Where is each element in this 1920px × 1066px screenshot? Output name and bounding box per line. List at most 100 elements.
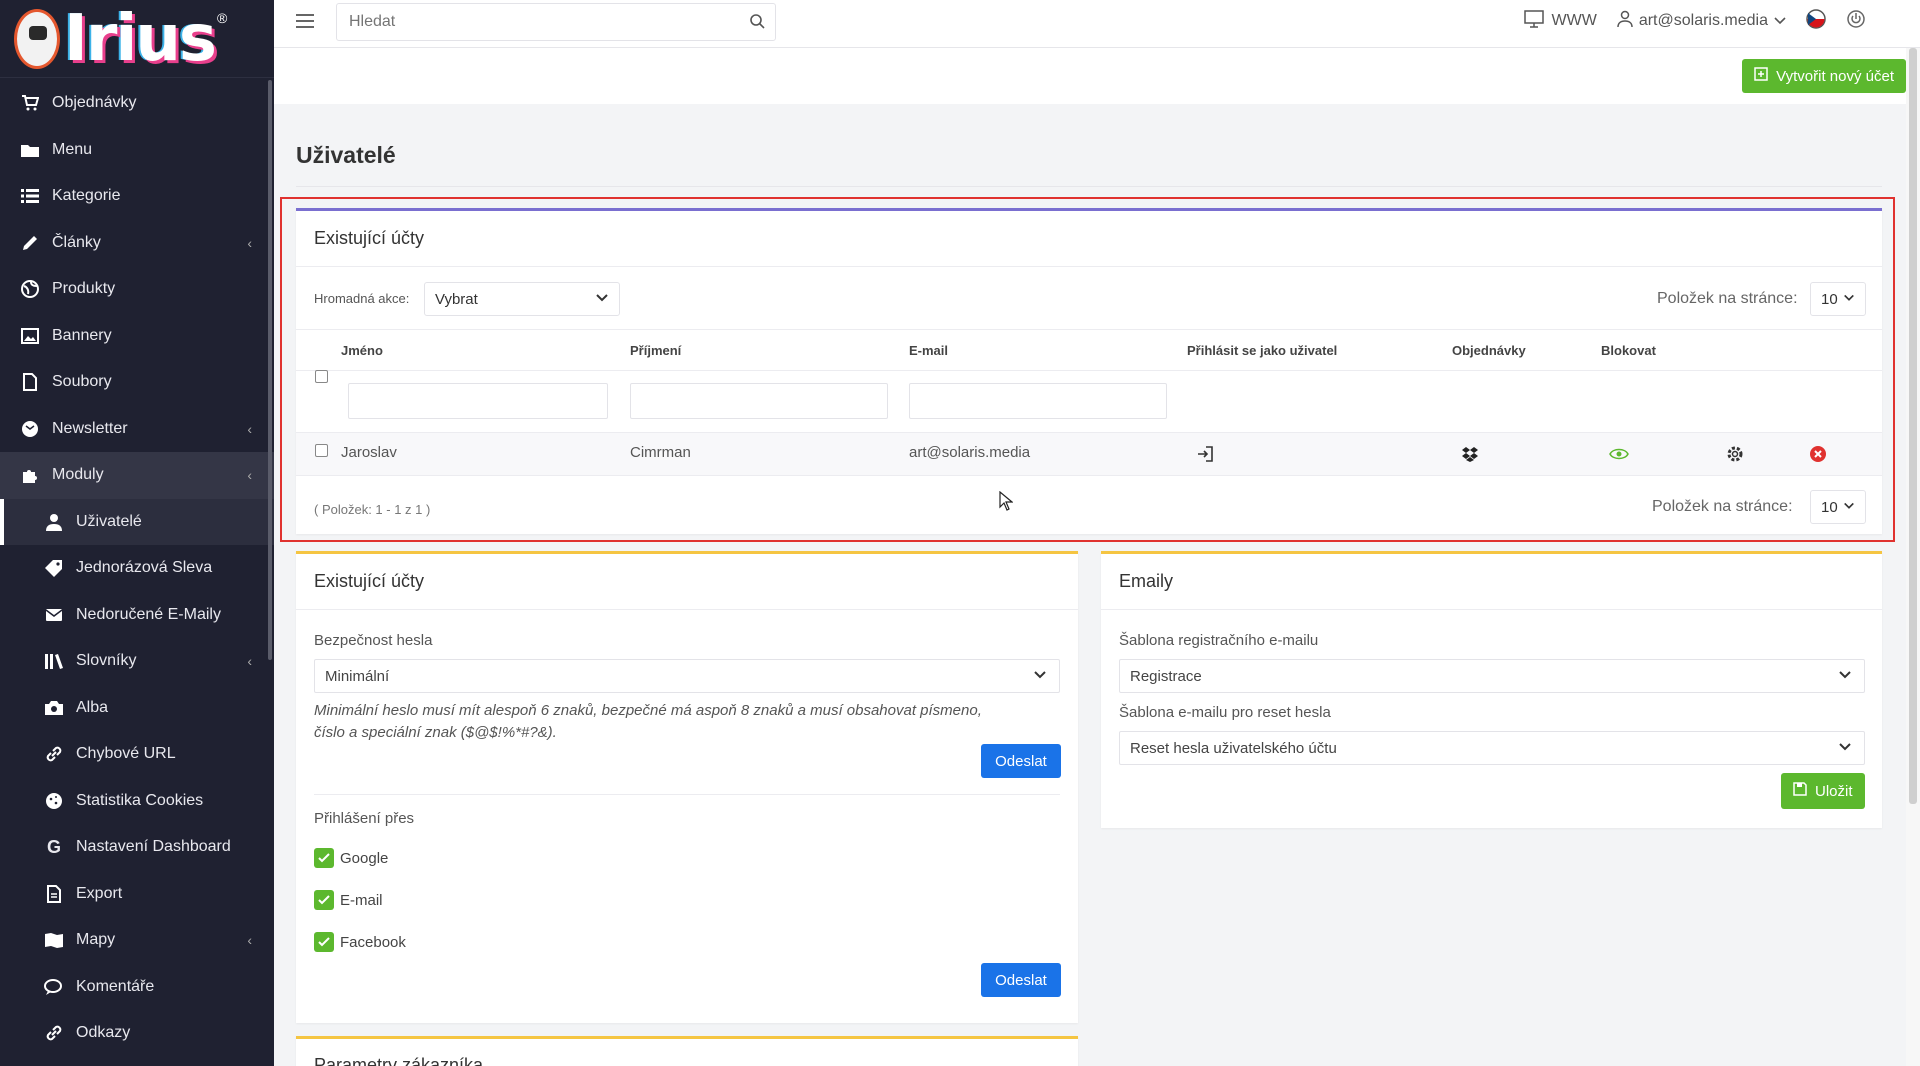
password-strength-value: Minimální <box>325 667 390 685</box>
search-input[interactable] <box>337 4 717 40</box>
sidebar-item-soubory[interactable]: Soubory <box>0 359 274 406</box>
sidebar-item-bannery[interactable]: Bannery <box>0 313 274 360</box>
chevron-left-icon: ‹ <box>247 467 252 484</box>
accounts-card-title: Existující účty <box>296 211 1882 267</box>
login-email-checkbox[interactable]: E-mail <box>314 890 383 910</box>
sidebar-item-kategorie[interactable]: Kategorie <box>0 173 274 220</box>
password-strength-select[interactable]: Minimální <box>314 659 1060 693</box>
chevron-left-icon: ‹ <box>247 653 252 670</box>
mouse-cursor-icon <box>999 490 1014 516</box>
filter-first-name-input[interactable] <box>348 383 608 419</box>
logo-registered-mark: ® <box>216 10 228 26</box>
filter-last-name-input[interactable] <box>630 383 888 419</box>
sidebar-item-label: Slovníky <box>76 652 137 670</box>
sidebar-item-label: Nastavení Dashboard <box>76 838 231 856</box>
monitor-icon <box>1523 9 1546 33</box>
globe-icon <box>20 279 40 299</box>
logout-button[interactable] <box>1846 9 1866 34</box>
brand-logo[interactable]: Irius ® <box>0 0 274 78</box>
create-account-button[interactable]: Vytvořit nový účet <box>1742 59 1906 93</box>
chevron-down-icon <box>1843 291 1855 308</box>
page-scrollbar[interactable] <box>1906 48 1920 1066</box>
topbar-actions: WWW art@solaris.media <box>1523 0 1866 42</box>
sidebar-item-newsletter[interactable]: Newsletter ‹ <box>0 406 274 453</box>
chevron-down-icon <box>1838 668 1852 686</box>
link-icon <box>44 744 64 764</box>
send-login-settings-button[interactable]: Odeslat <box>981 963 1061 997</box>
column-header-email[interactable]: E-mail <box>909 343 948 358</box>
cookie-icon <box>44 791 64 811</box>
chevron-down-icon <box>595 291 609 309</box>
user-menu[interactable]: art@solaris.media <box>1617 10 1786 33</box>
tag-icon <box>44 558 64 578</box>
select-all-checkbox[interactable] <box>315 370 328 383</box>
sidebar-item-uzivatele[interactable]: Uživatelé <box>0 498 274 545</box>
pagination-info: ( Položek: 1 - 1 z 1 ) <box>314 502 431 517</box>
column-header-last-name[interactable]: Příjmení <box>630 343 681 358</box>
save-emails-button[interactable]: Uložit <box>1781 773 1865 809</box>
sidebar-item-alba[interactable]: Alba <box>0 685 274 732</box>
language-flag-button[interactable] <box>1806 8 1826 34</box>
sidebar-item-jednorazova-sleva[interactable]: Jednorázová Sleva <box>0 545 274 592</box>
eye-visibility-icon[interactable] <box>1609 444 1629 464</box>
sidebar-item-chybove-url[interactable]: Chybové URL <box>0 731 274 778</box>
login-facebook-checkbox[interactable]: Facebook <box>314 932 406 952</box>
bulk-action-select[interactable]: Vybrat <box>424 282 620 316</box>
czech-flag-icon <box>1806 8 1826 34</box>
www-link[interactable]: WWW <box>1523 9 1597 33</box>
customer-params-card: Parametry zákazníka <box>296 1036 1078 1066</box>
sidebar-item-label: Statistika Cookies <box>76 791 204 809</box>
sidebar-item-label: Mapy <box>76 931 116 949</box>
chevron-left-icon: ‹ <box>247 234 252 251</box>
login-as-user-icon[interactable] <box>1195 444 1215 464</box>
customer-params-title: Parametry zákazníka <box>314 1055 484 1066</box>
sidebar-item-mapy[interactable]: Mapy ‹ <box>0 917 274 964</box>
sidebar-item-slovniky[interactable]: Slovníky ‹ <box>0 638 274 685</box>
sidebar-item-nedorucene-emaily[interactable]: Nedoručené E-Maily <box>0 592 274 639</box>
sidebar-item-statistika-cookies[interactable]: Statistika Cookies <box>0 778 274 825</box>
delete-circle-icon[interactable] <box>1808 444 1828 464</box>
table-row <box>296 432 1882 476</box>
sidebar-item-objednavky[interactable]: Objednávky <box>0 80 274 127</box>
sidebar-scrollbar[interactable] <box>268 80 272 660</box>
row-checkbox[interactable] <box>315 444 328 457</box>
sidebar-item-label: Objednávky <box>52 94 137 112</box>
gear-settings-icon[interactable] <box>1725 444 1745 464</box>
per-page-select-top[interactable]: 10 <box>1810 282 1866 316</box>
save-emails-label: Uložit <box>1815 782 1853 800</box>
camera-icon <box>44 698 64 718</box>
sidebar-item-label: Nedoručené E-Maily <box>76 605 221 623</box>
send-password-settings-button[interactable]: Odeslat <box>981 744 1061 778</box>
user-email: art@solaris.media <box>1638 12 1768 29</box>
reset-template-label: Šablona e-mailu pro reset hesla <box>1119 704 1331 721</box>
dropbox-orders-icon[interactable] <box>1460 444 1480 464</box>
sidebar-item-clanky[interactable]: Články ‹ <box>0 220 274 267</box>
sidebar-item-export[interactable]: Export <box>0 871 274 918</box>
search-icon[interactable] <box>749 13 765 34</box>
sidebar-item-label: Uživatelé <box>76 512 142 530</box>
hamburger-menu-icon[interactable] <box>296 14 314 28</box>
login-google-checkbox[interactable]: Google <box>314 848 388 868</box>
reset-template-select[interactable]: Reset hesla uživatelského účtu <box>1119 731 1865 765</box>
sidebar-item-label: Bannery <box>52 326 112 344</box>
sidebar-item-nastaveni-dashboard[interactable]: G Nastavení Dashboard <box>0 824 274 871</box>
document-icon <box>44 884 64 904</box>
login-email-label: E-mail <box>340 891 383 909</box>
sidebar-item-moduly[interactable]: Moduly ‹ <box>0 452 274 499</box>
search-box <box>336 3 776 41</box>
filter-email-input[interactable] <box>909 383 1167 419</box>
sidebar-item-menu[interactable]: Menu <box>0 127 274 174</box>
registration-template-select[interactable]: Registrace <box>1119 659 1865 693</box>
registration-template-label: Šablona registračního e-mailu <box>1119 632 1319 649</box>
mail-icon <box>20 419 40 439</box>
sidebar-item-label: Moduly <box>52 466 104 484</box>
sidebar-item-label: Články <box>52 233 101 251</box>
topbar: WWW art@solaris.media <box>274 0 1920 48</box>
column-header-first-name[interactable]: Jméno <box>341 343 383 358</box>
header-divider <box>296 370 1882 371</box>
per-page-select-bottom[interactable]: 10 <box>1810 490 1866 524</box>
password-hint-line-1: Minimální heslo musí mít alespoň 6 znaků… <box>314 702 982 719</box>
sidebar-item-produkty[interactable]: Produkty <box>0 266 274 313</box>
sidebar-item-komentare[interactable]: Komentáře <box>0 964 274 1011</box>
sidebar-item-odkazy[interactable]: Odkazy <box>0 1010 274 1057</box>
